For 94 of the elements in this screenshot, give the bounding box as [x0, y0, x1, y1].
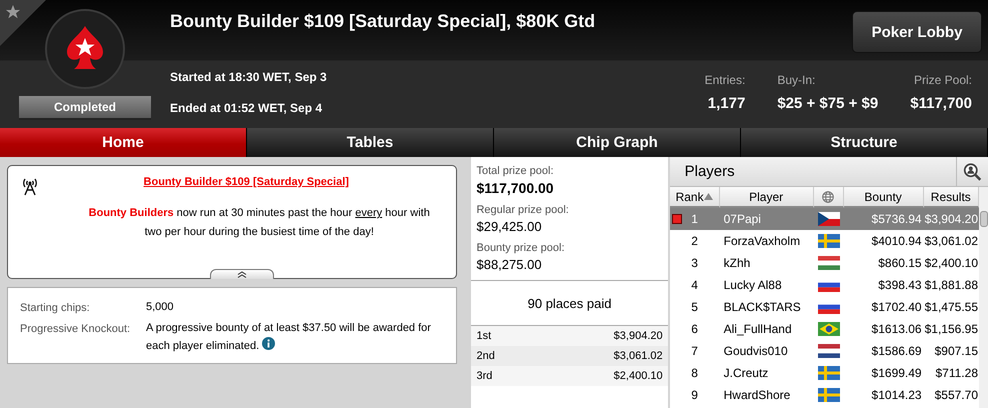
- column-header[interactable]: [814, 187, 844, 208]
- detail-label: Starting chips:: [20, 302, 91, 316]
- rank-cell-text: 4: [690, 277, 699, 294]
- pool-value: $29,425.00: [476, 219, 543, 234]
- player-name: HwardShore: [722, 387, 792, 404]
- payout-place: 3rd: [476, 370, 492, 382]
- bounty-cell-text: $5736.94: [870, 211, 923, 228]
- bounty-cell-text: $398.43: [877, 277, 923, 294]
- player-name: 07Papi: [722, 211, 762, 228]
- detail-label: Progressive Knockout:: [20, 323, 132, 337]
- flag-icon: [818, 256, 840, 270]
- player-name: Ali_FullHand: [722, 321, 793, 338]
- result-cell-text: $2,400.10: [924, 255, 979, 272]
- column-header[interactable]: Bounty: [844, 187, 924, 208]
- result-cell-text: $1,156.95: [924, 321, 979, 338]
- pool-label: Bounty prize pool:: [476, 242, 566, 254]
- pool-value: $117,700.00: [476, 180, 555, 196]
- collapse-button[interactable]: [210, 269, 274, 279]
- marker-icon: [672, 214, 682, 224]
- detail-value: 5,000: [146, 300, 175, 315]
- result-cell-text: $3,904.20: [924, 211, 979, 228]
- detail-value: A progressive bounty of at least $37.50 will be awarded for each player eliminated.: [146, 321, 432, 354]
- bounty-cell-text: $860.15: [877, 255, 923, 272]
- result-cell-text: $711.28: [934, 365, 979, 382]
- flag-icon: [818, 344, 840, 358]
- pool-label: Regular prize pool:: [476, 204, 570, 216]
- globe-icon[interactable]: [822, 190, 834, 202]
- result-cell-text: $907.15: [934, 343, 979, 360]
- column-header[interactable]: Player: [720, 187, 814, 208]
- poker-lobby-button[interactable]: Poker Lobby: [852, 11, 982, 53]
- column-header[interactable]: Results: [924, 187, 979, 208]
- stat-label: Entries:: [704, 73, 746, 87]
- stat-value: $25 + $75 + $9: [777, 95, 878, 112]
- bounty-cell-text: $1613.06: [870, 321, 923, 338]
- bounty-cell-text: $1702.40: [870, 299, 923, 316]
- player-name: Lucky Al88: [722, 277, 783, 294]
- bounty-cell-text: $1699.49: [870, 365, 923, 382]
- tournament-title: Bounty Builder $109 [Saturday Special], $80K Gtd: [170, 10, 596, 33]
- chevron-icon: [237, 271, 247, 278]
- player-name: J.Creutz: [722, 365, 770, 382]
- column-header[interactable]: Rank: [670, 187, 720, 208]
- rank-cell-text: 5: [690, 299, 699, 316]
- rank-cell-text: 7: [690, 343, 699, 360]
- stat-value: $117,700: [910, 95, 972, 112]
- payout-place: 1st: [476, 330, 492, 342]
- result-cell-text: $1,475.55: [924, 299, 979, 316]
- player-row[interactable]: 1 07Papi $5736.94 $3,904.20: [670, 208, 979, 230]
- scrollbar[interactable]: [979, 187, 988, 408]
- tab[interactable]: Structure: [741, 128, 988, 157]
- stat-value: 1,177: [708, 95, 746, 112]
- start-time: Started at 18:30 WET, Sep 3: [170, 70, 328, 84]
- flag-icon: [818, 366, 840, 380]
- info-icon[interactable]: [262, 337, 276, 350]
- flag-icon: [818, 322, 840, 336]
- rank-cell: 1: [670, 208, 720, 230]
- status-label: Completed: [19, 96, 151, 118]
- tab[interactable]: Home: [0, 128, 247, 157]
- rank-cell-text: 8: [690, 365, 699, 382]
- payout-amount: $3,904.20: [614, 330, 663, 342]
- result-cell-text: $3,061.02: [924, 233, 979, 250]
- result-cell-text: $1,881.88: [924, 277, 979, 294]
- player-name: kZhh: [722, 255, 752, 272]
- stat-label: Buy-In:: [777, 73, 816, 87]
- announcement-text: Bounty Builders now run at 30 minutes past the hour every hour with two per hour during the busiest time of the day!: [88, 206, 431, 240]
- tab[interactable]: Tables: [247, 128, 494, 157]
- bounty-cell-text: $1586.69: [870, 343, 923, 360]
- payout-amount: $3,061.02: [614, 350, 663, 362]
- flag-icon: [818, 212, 840, 226]
- search-icon: [963, 160, 982, 182]
- rank-cell-text: 9: [690, 387, 699, 404]
- rank-cell-text: 2: [690, 233, 699, 250]
- payout-amount: $2,400.10: [614, 370, 663, 382]
- player-name: ForzaVaxholm: [722, 233, 802, 250]
- payout-place: 2nd: [476, 350, 495, 362]
- player-name: BLACK$TARS: [722, 299, 802, 316]
- bounty-cell-text: $1014.23: [870, 387, 923, 404]
- stat-label: Prize Pool:: [914, 73, 972, 87]
- flag-icon: [818, 234, 840, 248]
- sort-ascending-icon: [704, 193, 713, 200]
- broadcast-tower-icon: [20, 176, 40, 196]
- players-title: Players: [684, 162, 736, 182]
- pool-value: $88,275.00: [476, 257, 543, 272]
- column-label: Rank: [676, 190, 704, 204]
- favorite-star-icon[interactable]: [0, 0, 46, 46]
- announcement-title-link[interactable]: Bounty Builder $109 [Saturday Special]: [144, 176, 349, 188]
- rank-cell-text: 3: [690, 255, 699, 272]
- end-time: Ended at 01:52 WET, Sep 4: [170, 101, 324, 115]
- flag-icon: [818, 388, 840, 402]
- tab[interactable]: Chip Graph: [494, 128, 741, 157]
- rank-cell-text: 6: [690, 321, 699, 338]
- pool-label: Total prize pool:: [476, 165, 555, 177]
- bounty-cell-text: $4010.94: [870, 233, 923, 250]
- player-name: Goudvis010: [722, 343, 789, 360]
- result-cell-text: $557.70: [934, 387, 979, 404]
